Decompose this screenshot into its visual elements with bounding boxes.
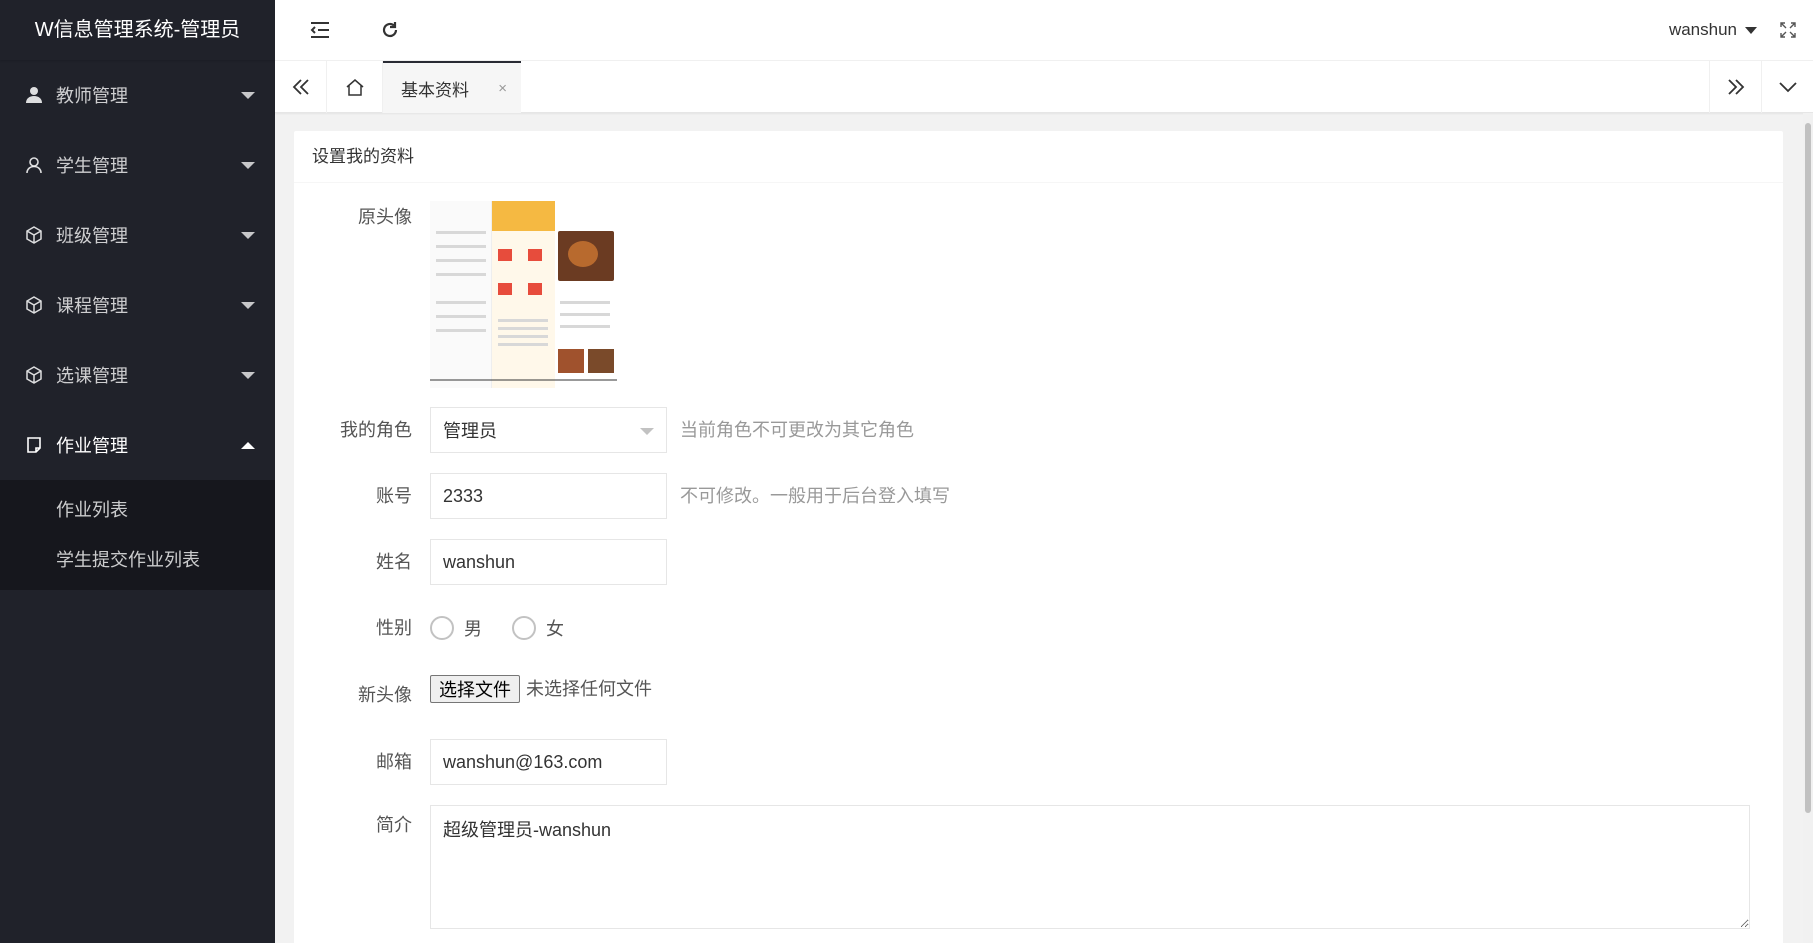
gender-row: 性别 男 女 bbox=[294, 605, 594, 651]
radio-circle-icon bbox=[430, 616, 454, 640]
gender-radio-group: 男 女 bbox=[430, 605, 594, 651]
role-label: 我的角色 bbox=[340, 420, 412, 440]
sidebar: W信息管理系统-管理员 教师管理 学生管理 班级管理 课程管理 选课管理 作业管… bbox=[0, 0, 275, 943]
gender-female-label: 女 bbox=[546, 619, 564, 639]
file-status: 未选择任何文件 bbox=[526, 679, 652, 699]
sidebar-item-homework[interactable]: 作业管理 bbox=[0, 410, 275, 480]
sidebar-item-label: 教师管理 bbox=[56, 86, 128, 106]
chevron-down-icon bbox=[241, 162, 255, 169]
gender-radio-male[interactable]: 男 bbox=[430, 615, 482, 641]
bio-label: 简介 bbox=[376, 815, 412, 835]
role-select[interactable]: 管理员 bbox=[430, 407, 667, 453]
profile-card: 设置我的资料 原头像 我的角色 管理员 当前角色不可更改为其它角色 账号 233… bbox=[294, 131, 1783, 943]
close-icon[interactable]: × bbox=[498, 80, 507, 97]
account-field[interactable] bbox=[430, 473, 667, 519]
gender-radio-female[interactable]: 女 bbox=[512, 615, 564, 641]
tab-home[interactable] bbox=[327, 61, 383, 113]
app-title: W信息管理系统-管理员 bbox=[0, 0, 275, 60]
double-chevron-right-icon bbox=[1727, 79, 1744, 95]
email-label: 邮箱 bbox=[376, 752, 412, 772]
scrollbar-thumb[interactable] bbox=[1805, 123, 1811, 813]
email-field[interactable] bbox=[430, 739, 667, 785]
tabs-bar: 基本资料 × bbox=[275, 61, 1813, 113]
account-hint: 不可修改。一般用于后台登入填写 bbox=[680, 486, 950, 506]
caret-down-icon bbox=[640, 428, 654, 435]
current-avatar-image bbox=[430, 201, 617, 388]
chevron-down-icon bbox=[241, 92, 255, 99]
tab-basic-profile[interactable]: 基本资料 × bbox=[383, 61, 521, 113]
caret-down-icon bbox=[1745, 26, 1757, 34]
account-row: 账号 不可修改。一般用于后台登入填写 bbox=[294, 473, 950, 519]
menu-toggle-button[interactable] bbox=[295, 0, 345, 60]
new-avatar-row: 新头像 选择文件 未选择任何文件 bbox=[294, 672, 652, 718]
tabs-scroll-right-button[interactable] bbox=[1709, 61, 1761, 113]
choose-file-button[interactable]: 选择文件 bbox=[430, 675, 520, 703]
chevron-up-icon bbox=[241, 442, 255, 449]
sidebar-item-teacher[interactable]: 教师管理 bbox=[0, 60, 275, 130]
refresh-icon bbox=[382, 22, 398, 38]
new-avatar-label: 新头像 bbox=[358, 685, 412, 705]
submenu-item-homework-list[interactable]: 作业列表 bbox=[0, 485, 275, 535]
chevron-down-icon bbox=[241, 372, 255, 379]
user-menu[interactable]: wanshun bbox=[1669, 0, 1757, 60]
name-label: 姓名 bbox=[376, 552, 412, 572]
sidebar-item-label: 选课管理 bbox=[56, 366, 128, 386]
homework-submenu: 作业列表 学生提交作业列表 bbox=[0, 480, 275, 590]
sidebar-nav: 教师管理 学生管理 班级管理 课程管理 选课管理 作业管理 bbox=[0, 60, 275, 480]
sidebar-item-label: 班级管理 bbox=[56, 226, 128, 246]
double-chevron-left-icon bbox=[292, 79, 309, 95]
bio-row: 简介 超级管理员-wanshun bbox=[294, 805, 1750, 929]
chevron-down-icon bbox=[241, 302, 255, 309]
role-row: 我的角色 管理员 当前角色不可更改为其它角色 bbox=[294, 407, 914, 453]
gender-label: 性别 bbox=[376, 618, 412, 638]
tab-label: 基本资料 bbox=[401, 80, 469, 100]
username: wanshun bbox=[1668, 20, 1737, 39]
user-solid-icon bbox=[24, 85, 44, 105]
account-label: 账号 bbox=[376, 486, 412, 506]
home-icon bbox=[346, 79, 363, 96]
chevron-down-icon bbox=[241, 232, 255, 239]
avatar-row: 原头像 bbox=[294, 201, 617, 388]
name-field[interactable] bbox=[430, 539, 667, 585]
cube-icon bbox=[24, 295, 44, 315]
cube-icon bbox=[24, 225, 44, 245]
chevron-down-icon bbox=[1778, 82, 1797, 93]
note-icon bbox=[24, 435, 44, 455]
sidebar-item-enrollment[interactable]: 选课管理 bbox=[0, 340, 275, 410]
name-row: 姓名 bbox=[294, 539, 667, 585]
tabs-menu-button[interactable] bbox=[1761, 61, 1813, 113]
file-input: 选择文件 未选择任何文件 bbox=[430, 674, 652, 704]
role-select-value: 管理员 bbox=[443, 421, 497, 441]
indent-icon bbox=[310, 22, 329, 38]
submenu-item-student-submissions[interactable]: 学生提交作业列表 bbox=[0, 535, 275, 585]
radio-circle-icon bbox=[512, 616, 536, 640]
gender-male-label: 男 bbox=[464, 619, 482, 639]
sidebar-item-label: 作业管理 bbox=[56, 436, 128, 456]
refresh-button[interactable] bbox=[365, 0, 415, 60]
role-hint: 当前角色不可更改为其它角色 bbox=[680, 420, 914, 440]
sidebar-item-label: 课程管理 bbox=[56, 296, 128, 316]
top-header: wanshun bbox=[275, 0, 1813, 61]
cube-icon bbox=[24, 365, 44, 385]
bio-textarea[interactable]: 超级管理员-wanshun bbox=[430, 805, 1750, 929]
avatar-label: 原头像 bbox=[358, 207, 412, 227]
tabs-scroll-left-button[interactable] bbox=[275, 61, 327, 113]
sidebar-item-class[interactable]: 班级管理 bbox=[0, 200, 275, 270]
email-row: 邮箱 bbox=[294, 739, 667, 785]
fullscreen-icon bbox=[1780, 22, 1796, 38]
sidebar-item-student[interactable]: 学生管理 bbox=[0, 130, 275, 200]
sidebar-item-course[interactable]: 课程管理 bbox=[0, 270, 275, 340]
user-outline-icon bbox=[24, 155, 44, 175]
fullscreen-button[interactable] bbox=[1763, 0, 1813, 60]
sidebar-item-label: 学生管理 bbox=[56, 156, 128, 176]
page-scrollbar[interactable] bbox=[1803, 113, 1813, 943]
card-title: 设置我的资料 bbox=[294, 131, 1783, 183]
